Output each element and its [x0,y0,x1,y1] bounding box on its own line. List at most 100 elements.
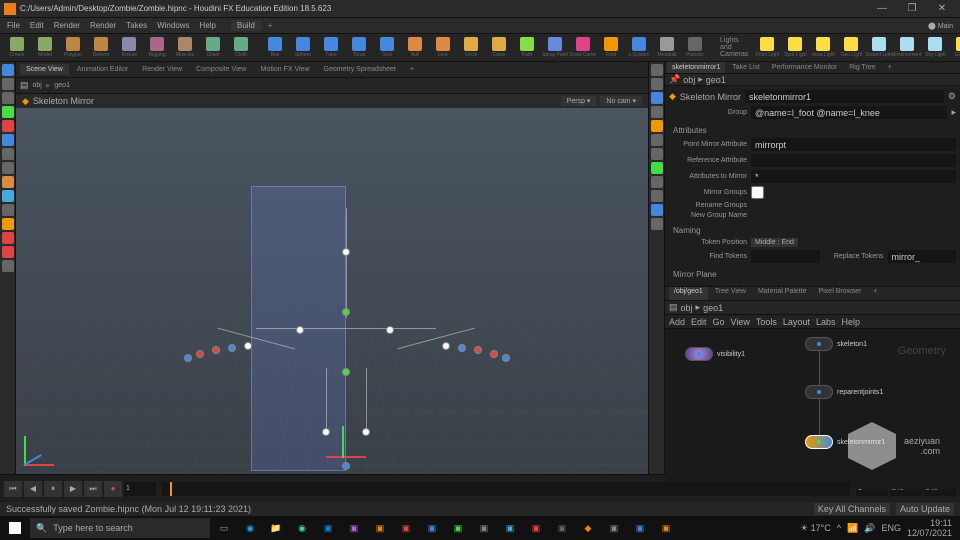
app-icon[interactable]: ▣ [498,517,522,539]
app-icon[interactable]: ▣ [602,517,626,539]
explorer-icon[interactable]: 📁 [264,517,288,539]
desktop-add[interactable]: + [265,21,276,30]
tray-network-icon[interactable]: 📶 [847,523,858,534]
net-path-geo[interactable]: geo1 [703,303,723,313]
shelf-tool[interactable]: Cloth [228,36,254,60]
netmenu-help[interactable]: Help [841,317,860,327]
node-flags-icon[interactable]: ⚙ [948,91,956,102]
tab-geometry-spreadsheet[interactable]: Geometry Spreadsheet [318,64,402,75]
node-skeleton[interactable]: skeleton1 [805,337,867,351]
menu-help[interactable]: Help [197,21,219,30]
tool-icon[interactable] [2,78,14,90]
menu-takes[interactable]: Takes [123,21,150,30]
chrome-icon[interactable]: ◉ [290,517,314,539]
shelf-tool[interactable]: Path [514,36,540,60]
menu-windows[interactable]: Windows [154,21,192,30]
app-icon[interactable]: ▣ [524,517,548,539]
netmenu-view[interactable]: View [731,317,750,327]
shelf-tool[interactable]: Muscles [172,36,198,60]
shelf-tool[interactable]: Texture [116,36,142,60]
shelf-tool[interactable]: Line [430,36,456,60]
tab-add[interactable]: + [883,62,897,73]
node-visibility[interactable]: visibility1 [685,347,745,361]
display-tool-icon[interactable] [651,134,663,146]
display-tool-icon[interactable] [651,204,663,216]
shelf-tool[interactable]: Environment [894,36,920,60]
find-tokens-field[interactable] [751,250,820,263]
key-mode-dropdown[interactable]: Key All Channels [814,503,890,515]
path-home-icon[interactable]: ▤ [20,80,29,91]
display-tool-icon[interactable] [651,92,663,104]
tool-icon[interactable] [2,92,14,104]
shelf-tool[interactable]: Rigging [144,36,170,60]
tab-composite-view[interactable]: Composite View [190,64,252,75]
taskview-icon[interactable]: ▭ [212,517,236,539]
shelf-tool[interactable]: Model [32,36,58,60]
play-record-button[interactable]: ● [104,481,122,497]
group-select-icon[interactable]: ▸ [951,107,956,118]
play-forward-button[interactable]: ▶ [64,481,82,497]
ra-field[interactable] [751,154,956,167]
app-icon[interactable]: ◉ [238,517,262,539]
shelf-tool[interactable]: Geo Light [838,36,864,60]
tab-add[interactable]: + [868,287,882,300]
select-tool-icon[interactable] [2,64,14,76]
app-icon[interactable]: ▣ [550,517,574,539]
app-icon[interactable]: ▣ [394,517,418,539]
timeline-track[interactable] [162,482,850,496]
houdini-taskbar-icon[interactable]: ◆ [576,517,600,539]
shelf-tool[interactable]: Curve [486,36,512,60]
display-tool-icon[interactable] [651,190,663,202]
shelf-tool[interactable]: GI Light [950,36,960,60]
tab-node-params[interactable]: skeletonmirror1 [667,62,725,73]
netmenu-go[interactable]: Go [713,317,725,327]
tool-icon[interactable] [2,246,14,258]
shelf-tool[interactable]: Distant Light [866,36,892,60]
atm-field[interactable]: * [751,170,956,183]
auto-update-dropdown[interactable]: Auto Update [896,503,954,515]
scale-tool-icon[interactable] [2,134,14,146]
tab-tree-view[interactable]: Tree View [710,287,751,300]
move-tool-icon[interactable] [2,106,14,118]
pin-icon[interactable]: 📌 [669,74,680,85]
shelf-tool[interactable]: Draw Curve [570,36,596,60]
tab-network-path[interactable]: /obj/geo1 [669,287,708,300]
shelf-tool[interactable]: Tube [318,36,344,60]
frame-marker[interactable] [170,482,172,496]
net-home-icon[interactable]: ▤ [669,302,678,313]
pma-field[interactable]: mirrorpt [751,138,956,151]
netmenu-tools[interactable]: Tools [756,317,777,327]
tool-icon[interactable] [2,190,14,202]
shelf-tool[interactable]: Metaball [654,36,680,60]
take-main[interactable]: ⬤ Main [925,22,956,30]
app-icon[interactable]: ▣ [628,517,652,539]
menu-render2[interactable]: Render [87,21,119,30]
token-pos-dropdown[interactable]: Middle : End [751,238,798,247]
tool-icon[interactable] [2,176,14,188]
tab-material-palette[interactable]: Material Palette [753,287,812,300]
tray-chevron-icon[interactable]: ^ [837,523,841,533]
replace-tokens-field[interactable]: mirror_ [888,250,957,263]
shelf-tool[interactable]: Platonic [682,36,708,60]
app-icon[interactable]: ▣ [368,517,392,539]
app-icon[interactable]: ▣ [316,517,340,539]
shelf-tool[interactable]: Null [402,36,428,60]
shelf-tool[interactable]: L-System [626,36,652,60]
netmenu-edit[interactable]: Edit [691,317,707,327]
tray-volume-icon[interactable]: 🔊 [864,523,875,534]
netmenu-add[interactable]: Add [669,317,685,327]
menu-render[interactable]: Render [51,21,83,30]
display-tool-icon[interactable] [651,106,663,118]
tray-date[interactable]: 12/07/2021 [907,528,952,538]
shelf-tool[interactable]: Deform [88,36,114,60]
minimize-button[interactable]: — [868,1,896,17]
camera-dropdown[interactable]: No cam ▾ [600,96,642,106]
breadcrumb-obj[interactable]: obj [33,82,42,89]
shelf-tool[interactable]: Create [4,36,30,60]
tab-scene-view[interactable]: Scene View [20,64,69,75]
shelf-tool[interactable]: Circle [458,36,484,60]
snap-tool-icon[interactable] [2,232,14,244]
persp-dropdown[interactable]: Persp ▾ [561,96,597,106]
node-reparent[interactable]: reparentjoints1 [805,385,883,399]
app-icon[interactable]: ▣ [420,517,444,539]
